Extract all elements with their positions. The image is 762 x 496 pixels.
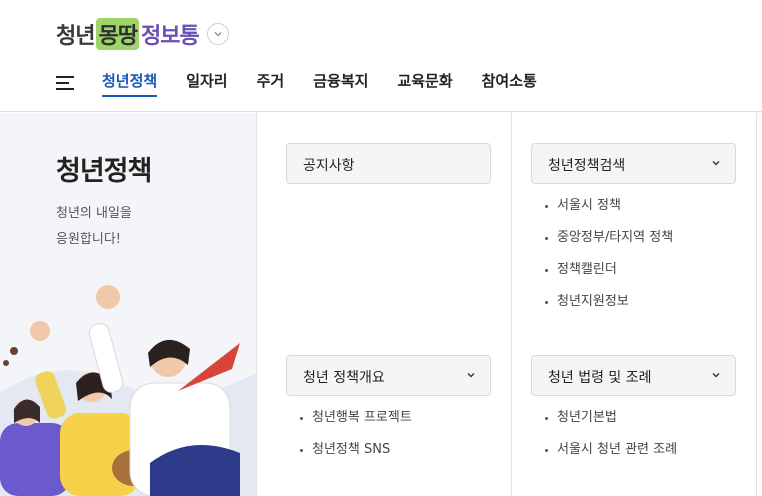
nav-item-education-culture[interactable]: 교육문화 bbox=[397, 70, 452, 95]
menu-notice-label: 공지사항 bbox=[303, 158, 355, 174]
chevron-down-icon bbox=[467, 373, 475, 378]
chevron-down-icon bbox=[712, 373, 720, 378]
nav-item-youth-policy[interactable]: 청년정책 bbox=[102, 70, 158, 97]
menu-laws[interactable]: 청년 법령 및 조례 bbox=[531, 355, 736, 396]
submenu-link-seoul-ordinance[interactable]: 서울시 청년 관련 조례 bbox=[545, 440, 677, 472]
logo-part-2: 몽땅 bbox=[96, 18, 139, 50]
menu-laws-label: 청년 법령 및 조례 bbox=[548, 370, 652, 386]
nav-item-housing[interactable]: 주거 bbox=[257, 70, 285, 95]
main-nav: 청년정책 일자리 주거 금융복지 교육문화 참여소통 bbox=[56, 70, 566, 97]
section-title: 청년정책 bbox=[56, 156, 152, 187]
site-logo[interactable]: 청년 몽땅 정보통 bbox=[56, 18, 229, 50]
menu-policy-search[interactable]: 청년정책검색 bbox=[531, 143, 736, 184]
menu-policy-overview-label: 청년 정책개요 bbox=[303, 370, 385, 386]
submenu-link-happiness-project[interactable]: 청년행복 프로젝트 bbox=[300, 408, 412, 440]
logo-part-1: 청년 bbox=[56, 24, 95, 49]
column-divider-left bbox=[256, 113, 257, 496]
logo-wordmark: 청년 몽땅 정보통 bbox=[56, 18, 200, 50]
submenu-link-basic-law[interactable]: 청년기본법 bbox=[545, 408, 677, 440]
site-header: 청년 몽땅 정보통 청년정책 일자리 주거 금융복지 교육문화 참여소통 bbox=[0, 0, 762, 112]
submenu-link-support-info[interactable]: 청년지원정보 bbox=[545, 292, 673, 324]
nav-item-participation[interactable]: 참여소통 bbox=[482, 70, 537, 95]
submenu-link-central-gov-policy[interactable]: 중앙정부/타지역 정책 bbox=[545, 228, 673, 260]
cheering-youth-illustration bbox=[0, 285, 256, 496]
policy-overview-submenu: 청년행복 프로젝트 청년정책 SNS bbox=[300, 408, 412, 472]
subtitle-line-2: 응원합니다! bbox=[56, 232, 122, 247]
column-divider-right bbox=[756, 113, 757, 496]
nav-item-finance-welfare[interactable]: 금융복지 bbox=[313, 70, 368, 95]
chevron-down-icon bbox=[712, 161, 720, 166]
subtitle-line-1: 청년의 내일을 bbox=[56, 206, 132, 221]
submenu-link-policy-sns[interactable]: 청년정책 SNS bbox=[300, 440, 412, 472]
chevron-down-icon bbox=[214, 32, 222, 37]
laws-submenu: 청년기본법 서울시 청년 관련 조례 bbox=[545, 408, 677, 472]
site-switch-toggle[interactable] bbox=[206, 23, 229, 45]
hamburger-icon[interactable] bbox=[56, 75, 74, 90]
submenu-link-policy-calendar[interactable]: 정책캘린더 bbox=[545, 260, 673, 292]
column-divider-middle bbox=[511, 113, 512, 496]
menu-policy-search-label: 청년정책검색 bbox=[548, 158, 626, 174]
menu-notice[interactable]: 공지사항 bbox=[286, 143, 491, 184]
section-subtitle: 청년의 내일을 응원합니다! bbox=[56, 201, 132, 253]
policy-search-submenu: 서울시 정책 중앙정부/타지역 정책 정책캘린더 청년지원정보 bbox=[545, 196, 673, 324]
submenu-link-seoul-policy[interactable]: 서울시 정책 bbox=[545, 196, 673, 228]
section-side-panel: 청년정책 청년의 내일을 응원합니다! bbox=[0, 113, 256, 496]
nav-item-jobs[interactable]: 일자리 bbox=[186, 70, 227, 95]
menu-policy-overview[interactable]: 청년 정책개요 bbox=[286, 355, 491, 396]
logo-part-3: 정보통 bbox=[140, 24, 200, 49]
